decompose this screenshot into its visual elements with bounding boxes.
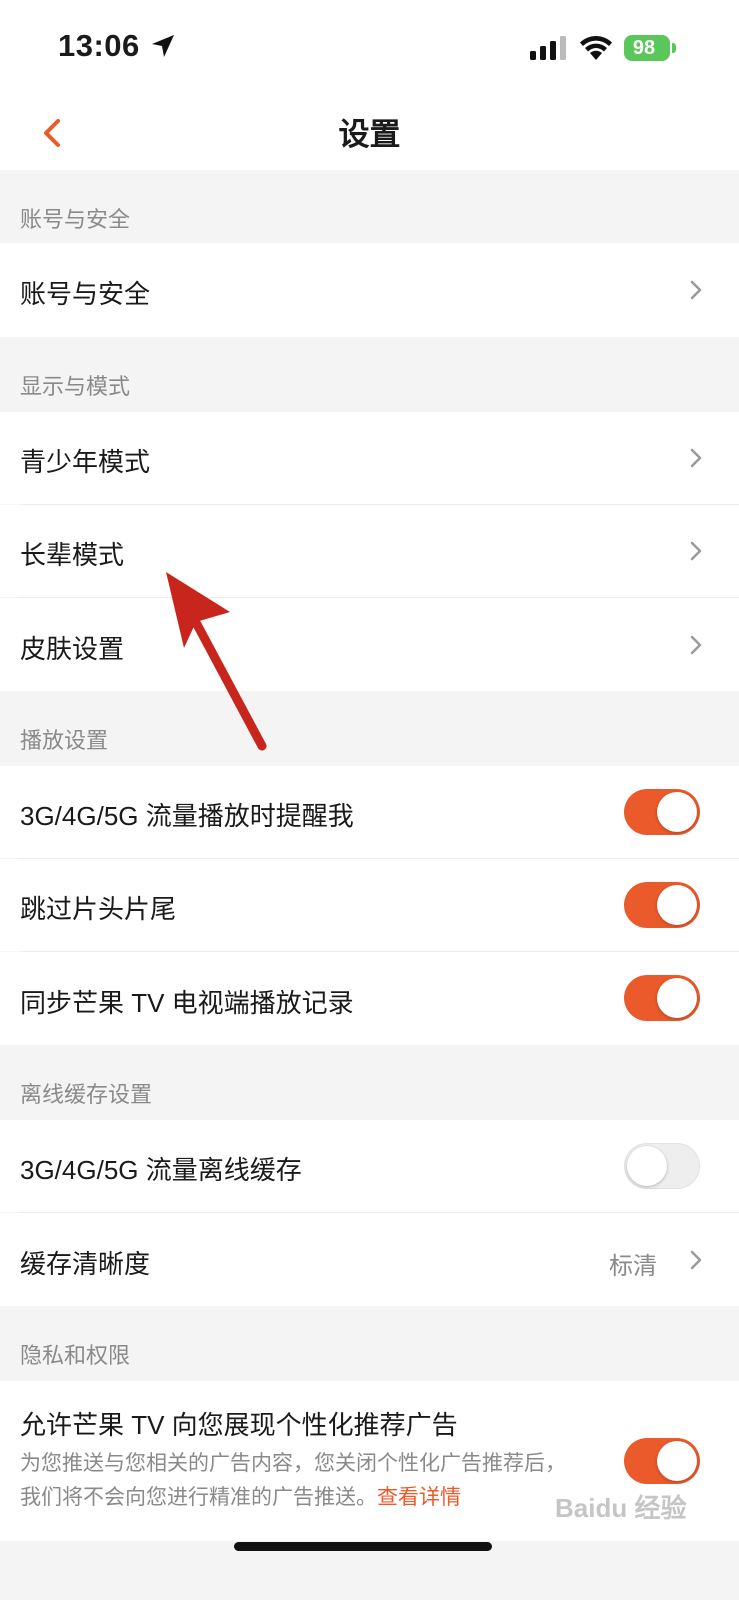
status-time: 13:06 xyxy=(58,28,140,63)
section-header-privacy: 隐私和权限 xyxy=(0,1306,739,1381)
view-details-link[interactable]: 查看详情 xyxy=(377,1486,461,1509)
row-skip-intro: 跳过片头片尾 xyxy=(0,859,739,951)
row-elder-mode[interactable]: 长辈模式 xyxy=(0,505,739,597)
battery-icon: 98 xyxy=(624,35,670,61)
skip-intro-toggle[interactable] xyxy=(624,882,700,928)
row-label: 3G/4G/5G 流量离线缓存 xyxy=(20,1155,302,1185)
row-skin-settings[interactable]: 皮肤设置 xyxy=(0,598,739,691)
row-account-security[interactable]: 账号与安全 xyxy=(0,243,739,337)
section-header-label: 离线缓存设置 xyxy=(20,1082,153,1107)
section-header-account: 账号与安全 xyxy=(0,170,739,243)
row-label: 同步芒果 TV 电视端播放记录 xyxy=(20,988,354,1018)
row-cache-quality[interactable]: 缓存清晰度 标清 xyxy=(0,1213,739,1306)
chevron-right-icon xyxy=(690,280,702,300)
section-header-display: 显示与模式 xyxy=(0,337,739,412)
row-cellular-remind: 3G/4G/5G 流量播放时提醒我 xyxy=(0,766,739,858)
sync-tv-toggle[interactable] xyxy=(624,975,700,1021)
cache-quality-value: 标清 xyxy=(609,1253,657,1280)
wifi-icon xyxy=(580,36,612,60)
row-sync-tv: 同步芒果 TV 电视端播放记录 xyxy=(0,952,739,1045)
row-label: 允许芒果 TV 向您展现个性化推荐广告 xyxy=(20,1410,458,1440)
chevron-right-icon xyxy=(690,448,702,468)
status-bar: 13:06 98 xyxy=(0,0,739,95)
description-text: 为您推送与您相关的广告内容，您关闭个性化广告推荐后，我们将不会向您进行精准的广告… xyxy=(20,1452,566,1509)
personalized-ads-toggle[interactable] xyxy=(624,1438,700,1484)
row-label: 长辈模式 xyxy=(20,540,125,570)
cellular-cache-toggle[interactable] xyxy=(624,1143,700,1189)
row-label: 账号与安全 xyxy=(20,279,151,309)
chevron-right-icon xyxy=(690,635,702,655)
cellular-signal-icon xyxy=(530,36,566,60)
home-indicator[interactable] xyxy=(234,1542,492,1551)
chevron-right-icon xyxy=(690,541,702,561)
page-title: 设置 xyxy=(338,117,401,152)
battery-level: 98 xyxy=(632,37,656,59)
section-header-offline: 离线缓存设置 xyxy=(0,1045,739,1120)
toggle-knob xyxy=(657,1441,697,1481)
row-cellular-cache: 3G/4G/5G 流量离线缓存 xyxy=(0,1120,739,1212)
annotation-arrow-icon xyxy=(166,572,267,751)
cellular-remind-toggle[interactable] xyxy=(624,789,700,835)
chevron-right-icon xyxy=(690,1250,702,1270)
battery-nub xyxy=(672,43,676,53)
row-label: 跳过片头片尾 xyxy=(20,894,177,924)
toggle-knob xyxy=(657,885,697,925)
row-label: 3G/4G/5G 流量播放时提醒我 xyxy=(20,801,354,831)
toggle-knob xyxy=(627,1146,667,1186)
baidu-watermark: Baidu 经验 xyxy=(555,1493,687,1523)
section-header-label: 显示与模式 xyxy=(20,374,131,399)
location-arrow-icon xyxy=(152,35,174,57)
row-teen-mode[interactable]: 青少年模式 xyxy=(0,412,739,504)
row-label: 青少年模式 xyxy=(20,447,151,477)
row-label: 皮肤设置 xyxy=(20,634,125,664)
nav-bar: 设置 xyxy=(0,95,739,170)
toggle-knob xyxy=(657,792,697,832)
section-header-label: 账号与安全 xyxy=(20,207,131,232)
toggle-knob xyxy=(657,978,697,1018)
section-header-playback: 播放设置 xyxy=(0,691,739,766)
row-description: 为您推送与您相关的广告内容，您关闭个性化广告推荐后，我们将不会向您进行精准的广告… xyxy=(20,1447,580,1515)
section-header-label: 隐私和权限 xyxy=(20,1343,131,1368)
row-label: 缓存清晰度 xyxy=(20,1249,151,1279)
section-header-label: 播放设置 xyxy=(20,728,109,753)
